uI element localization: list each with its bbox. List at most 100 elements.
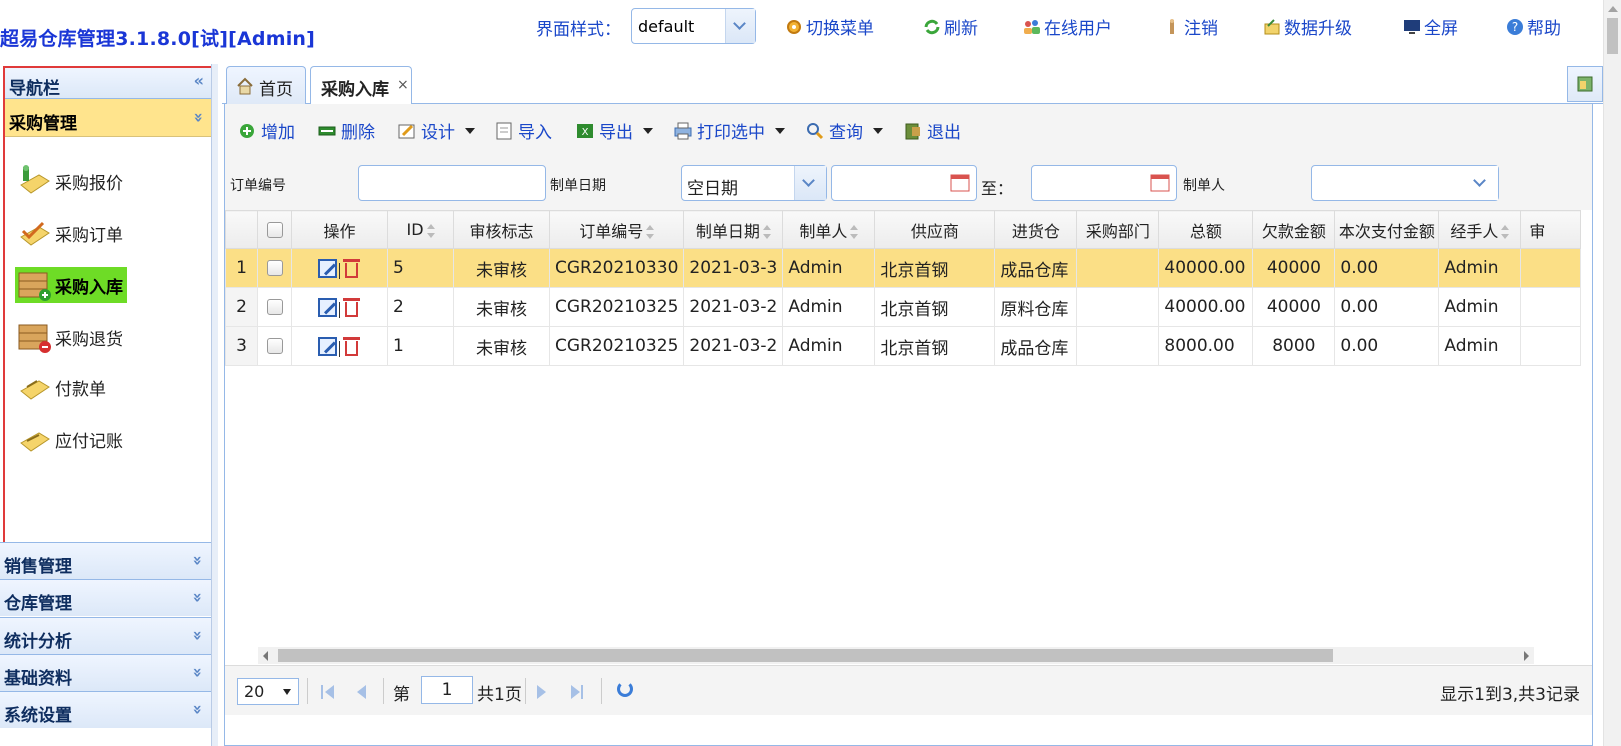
row-actions (291, 326, 388, 366)
row-checkbox[interactable] (257, 326, 292, 366)
col-order-no[interactable]: 订单编号 (548, 210, 685, 249)
scroll-left-icon[interactable] (263, 651, 268, 661)
sidebar-item-label: 采购入库 (55, 277, 123, 298)
cell-maker: Admin (782, 287, 876, 327)
nav-splitter[interactable] (211, 64, 218, 746)
sidebar-item-label: 采购报价 (55, 173, 123, 194)
sidebar-item-purchase-order[interactable]: 采购订单 (15, 215, 123, 251)
scroll-thumb[interactable] (278, 649, 1333, 662)
logout-label: 注销 (1184, 19, 1218, 39)
nav-group-statistics[interactable]: 统计分析 » (0, 617, 211, 654)
query-button[interactable]: 查询 (805, 118, 883, 143)
maker-select[interactable] (1311, 165, 1499, 201)
style-select[interactable]: default (631, 8, 756, 44)
chevron-up-double-icon[interactable]: » (189, 112, 208, 122)
nav-group-purchase[interactable]: 采购管理 » (5, 99, 214, 137)
calendar-icon[interactable] (946, 170, 974, 196)
sidebar-item-purchase-return[interactable]: 采购退货 (15, 319, 123, 355)
col-id[interactable]: ID (387, 210, 454, 249)
return-icon (15, 319, 55, 355)
import-button[interactable]: 导入 (494, 118, 552, 143)
last-page-button[interactable] (571, 685, 585, 699)
nav-group-warehouse[interactable]: 仓库管理 » (0, 579, 211, 616)
exit-button[interactable]: 退出 (903, 118, 961, 143)
online-users-link[interactable]: 在线用户 (1022, 14, 1112, 39)
col-maker[interactable]: 制单人 (782, 210, 876, 249)
cell-total: 40000.00 (1158, 248, 1254, 288)
logout-link[interactable]: 注销 (1162, 14, 1218, 39)
tab-tools-button[interactable] (1567, 66, 1603, 102)
row-checkbox[interactable] (257, 248, 292, 288)
scroll-thumb[interactable] (1607, 18, 1618, 54)
cell-warehouse: 原料仓库 (994, 287, 1078, 327)
select-all-checkbox[interactable] (257, 210, 292, 249)
tab-strip: 首页 采购入库 × (222, 62, 1603, 105)
sidebar-item-payable-ledger[interactable]: 应付记账 (15, 421, 123, 457)
table-row[interactable]: 2 2 未审核 CGR20210325 2021-03-2 Admin 北京首钢… (225, 287, 1582, 327)
collapse-icon[interactable]: « (194, 71, 204, 90)
trash-icon[interactable] (342, 258, 361, 279)
chevron-down-double-icon[interactable]: » (188, 667, 207, 677)
sort-icon (1501, 225, 1510, 239)
calendar-icon[interactable] (1146, 170, 1174, 196)
sidebar-item-payment[interactable]: 付款单 (15, 369, 106, 405)
page-number-input[interactable]: 1 (421, 676, 473, 704)
grid-horizontal-scrollbar[interactable] (258, 647, 1534, 664)
chevron-down-double-icon[interactable]: » (188, 592, 207, 602)
close-icon[interactable]: × (397, 77, 409, 93)
help-link[interactable]: ? 帮助 (1505, 14, 1561, 39)
page-size-select[interactable]: 20 (237, 678, 299, 705)
scroll-up-icon[interactable] (1608, 6, 1618, 12)
edit-icon[interactable] (318, 336, 337, 356)
order-no-input[interactable] (358, 165, 546, 201)
print-selected-button[interactable]: 打印选中 (673, 118, 785, 143)
page-vertical-scrollbar[interactable] (1603, 0, 1621, 746)
first-page-button[interactable] (321, 685, 335, 699)
date-mode-select[interactable]: 空日期 (681, 165, 827, 201)
nav-focus-box: 导航栏 « 采购管理 » 采购报价 采购订单 采购入库 采购退货 付款单 应付记… (3, 66, 216, 563)
delete-button[interactable]: 删除 (317, 118, 375, 143)
chevron-down-icon[interactable] (725, 9, 755, 43)
sidebar-item-purchase-quote[interactable]: 采购报价 (15, 163, 123, 199)
add-button[interactable]: 增加 (237, 118, 295, 143)
nav-group-label: 系统设置 (4, 706, 72, 726)
home-icon (236, 77, 254, 100)
table-row[interactable]: 1 5 未审核 CGR20210330 2021-03-3 Admin 北京首钢… (225, 248, 1582, 288)
chevron-down-icon[interactable] (1466, 166, 1498, 200)
table-row[interactable]: 3 1 未审核 CGR20210325 2021-03-2 Admin 北京首钢… (225, 326, 1582, 366)
data-upgrade-link[interactable]: 数据升级 (1262, 14, 1352, 39)
chevron-down-double-icon[interactable]: » (188, 555, 207, 565)
fullscreen-link[interactable]: 全屏 (1402, 14, 1458, 39)
trash-icon[interactable] (342, 297, 361, 318)
chevron-down-icon[interactable] (794, 166, 826, 200)
export-button[interactable]: X 导出 (575, 118, 653, 143)
nav-group-system-settings[interactable]: 系统设置 » (0, 691, 211, 728)
edit-icon[interactable] (318, 297, 337, 317)
scroll-right-icon[interactable] (1524, 651, 1529, 661)
refresh-link[interactable]: 刷新 (922, 14, 978, 39)
import-label: 导入 (518, 123, 552, 143)
refresh-icon[interactable] (617, 681, 633, 697)
row-checkbox[interactable] (257, 287, 292, 327)
monitor-icon (1402, 17, 1422, 37)
design-button[interactable]: 设计 (397, 118, 475, 143)
sidebar-item-purchase-stock-in[interactable]: 采购入库 (15, 267, 127, 303)
col-date[interactable]: 制单日期 (683, 210, 784, 249)
switch-menu-link[interactable]: 切换菜单 (784, 14, 874, 39)
design-icon (397, 121, 417, 141)
nav-group-basic-data[interactable]: 基础资料 » (0, 654, 211, 691)
next-page-button[interactable] (537, 685, 551, 699)
date-to-input[interactable] (1031, 165, 1177, 201)
chevron-down-double-icon[interactable]: » (188, 630, 207, 640)
tab-purchase-stock-in[interactable]: 采购入库 × (310, 66, 412, 105)
trash-icon[interactable] (342, 336, 361, 357)
date-from-input[interactable] (831, 165, 977, 201)
chevron-down-double-icon[interactable]: » (188, 704, 207, 714)
col-handler[interactable]: 经手人 (1438, 210, 1522, 249)
nav-group-sales[interactable]: 销售管理 » (0, 542, 211, 579)
cell-department (1076, 326, 1160, 366)
edit-icon[interactable] (318, 258, 337, 278)
prev-page-button[interactable] (357, 685, 371, 699)
tab-home[interactable]: 首页 (226, 66, 306, 104)
gear-icon (784, 17, 804, 37)
